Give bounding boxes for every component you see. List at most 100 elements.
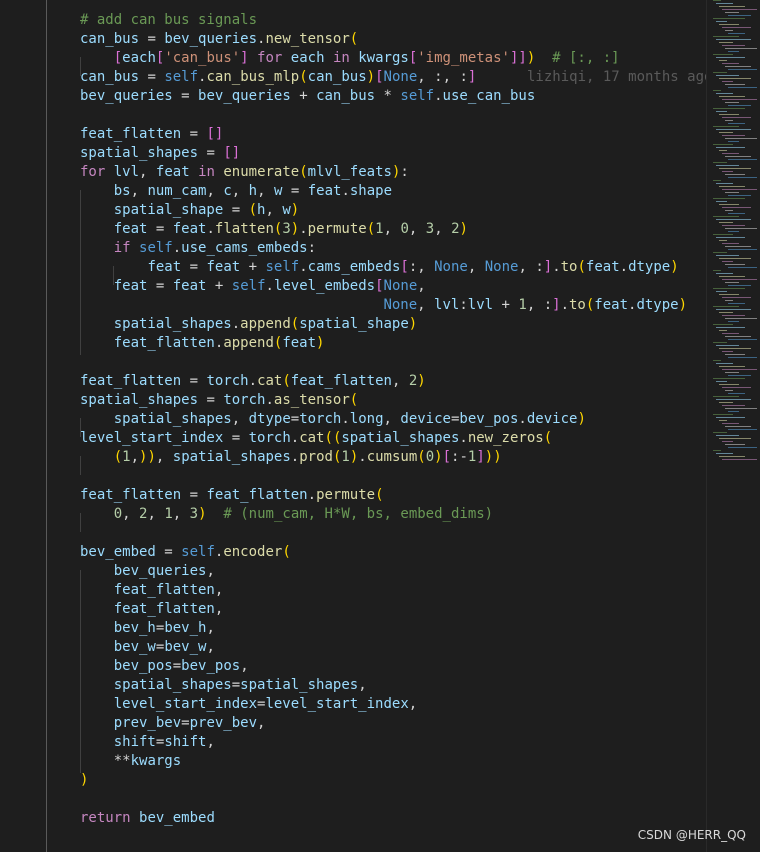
minimap-row — [713, 270, 721, 271]
minimap-row — [713, 288, 745, 289]
minimap-row — [719, 420, 727, 421]
code-line[interactable]: spatial_shape = (h, w) — [80, 201, 300, 220]
minimap-row — [719, 312, 733, 313]
code-line[interactable]: bev_queries = bev_queries + can_bus * se… — [80, 87, 535, 106]
minimap-row — [722, 63, 739, 64]
code-line[interactable]: bev_pos=bev_pos, — [80, 657, 249, 676]
code-line[interactable]: **kwargs — [80, 752, 181, 771]
code-line[interactable]: spatial_shapes = torch.as_tensor( — [80, 391, 358, 410]
minimap-row — [725, 426, 751, 427]
minimap-row — [725, 84, 745, 85]
minimap-row — [716, 3, 733, 4]
minimap[interactable] — [706, 0, 760, 852]
code-line[interactable]: level_start_index=level_start_index, — [80, 695, 417, 714]
minimap-row — [716, 111, 727, 112]
minimap-row — [722, 369, 757, 370]
minimap-row — [716, 273, 733, 274]
code-line[interactable]: feat_flatten.append(feat) — [80, 334, 325, 353]
code-line[interactable]: bev_h=bev_h, — [80, 619, 215, 638]
minimap-row — [722, 405, 745, 406]
minimap-row — [716, 57, 745, 58]
minimap-row — [728, 357, 757, 358]
minimap-row — [728, 303, 745, 304]
minimap-row — [725, 354, 745, 355]
minimap-row — [728, 33, 745, 34]
minimap-row — [722, 171, 733, 172]
code-line[interactable]: bev_w=bev_w, — [80, 638, 215, 657]
code-line[interactable]: feat = feat + self.cams_embeds[:, None, … — [80, 258, 678, 277]
minimap-row — [725, 408, 757, 409]
code-line[interactable]: feat_flatten = torch.cat(feat_flatten, 2… — [80, 372, 426, 391]
minimap-row — [722, 315, 745, 316]
code-line[interactable]: feat_flatten, — [80, 600, 224, 619]
minimap-row — [713, 54, 733, 55]
minimap-row — [713, 144, 733, 145]
minimap-row — [716, 39, 751, 40]
minimap-row — [725, 444, 745, 445]
minimap-row — [719, 42, 733, 43]
code-line[interactable]: feat_flatten = feat_flatten.permute( — [80, 486, 384, 505]
code-line[interactable]: (1,)), spatial_shapes.prod(1).cumsum(0)[… — [80, 448, 502, 467]
code-line[interactable]: can_bus = bev_queries.new_tensor( — [80, 30, 358, 49]
code-line[interactable]: feat_flatten, — [80, 581, 224, 600]
code-line[interactable]: feat = feat + self.level_embeds[None, — [80, 277, 426, 296]
code-line[interactable]: feat_flatten = [] — [80, 125, 223, 144]
code-line[interactable]: level_start_index = torch.cat((spatial_s… — [80, 429, 552, 448]
minimap-row — [728, 339, 757, 340]
code-line[interactable]: spatial_shapes, dtype=torch.long, device… — [80, 410, 586, 429]
code-line[interactable]: spatial_shapes = [] — [80, 144, 240, 163]
minimap-row — [725, 228, 757, 229]
minimap-row — [719, 348, 751, 349]
code-line[interactable]: for lvl, feat in enumerate(mlvl_feats): — [80, 163, 409, 182]
minimap-row — [713, 90, 721, 91]
code-line[interactable]: spatial_shapes.append(spatial_shape) — [80, 315, 417, 334]
minimap-row — [713, 180, 721, 181]
minimap-row — [719, 204, 739, 205]
minimap-row — [725, 66, 751, 67]
minimap-row — [716, 399, 751, 400]
code-line[interactable]: bs, num_cam, c, h, w = feat.shape — [80, 182, 392, 201]
minimap-row — [719, 96, 745, 97]
minimap-row — [725, 318, 757, 319]
minimap-row — [725, 156, 751, 157]
minimap-row — [728, 105, 751, 106]
minimap-row — [719, 186, 745, 187]
minimap-row — [722, 153, 739, 154]
minimap-row — [725, 138, 757, 139]
minimap-row — [719, 366, 745, 367]
code-line[interactable]: shift=shift, — [80, 733, 215, 752]
code-line[interactable]: [each['can_bus'] for each in kwargs['img… — [80, 49, 620, 68]
minimap-row — [713, 360, 721, 361]
code-line[interactable]: ) — [80, 771, 88, 790]
minimap-row — [725, 12, 739, 13]
code-line[interactable]: can_bus = self.can_bus_mlp(can_bus)[None… — [80, 68, 476, 87]
code-editor[interactable]: # add can bus signals can_bus = bev_queri… — [0, 0, 706, 852]
minimap-row — [728, 267, 757, 268]
code-line[interactable]: # add can bus signals — [80, 11, 257, 30]
minimap-row — [728, 285, 751, 286]
code-line[interactable]: feat = feat.flatten(3).permute(1, 0, 3, … — [80, 220, 468, 239]
code-line[interactable]: return bev_embed — [80, 809, 215, 828]
code-line[interactable]: None, lvl:lvl + 1, :].to(feat.dtype) — [80, 296, 687, 315]
code-line[interactable]: 0, 2, 1, 3) # (num_cam, H*W, bs, embed_d… — [80, 505, 493, 524]
indent-guide — [46, 0, 47, 852]
minimap-row — [722, 9, 757, 10]
code-line[interactable]: bev_embed = self.encoder( — [80, 543, 291, 562]
minimap-row — [713, 432, 727, 433]
code-line[interactable]: spatial_shapes=spatial_shapes, — [80, 676, 367, 695]
minimap-row — [725, 246, 751, 247]
minimap-row — [713, 18, 745, 19]
watermark: CSDN @HERR_QQ — [637, 828, 746, 842]
code-line[interactable]: if self.use_cams_embeds: — [80, 239, 316, 258]
minimap-row — [719, 132, 733, 133]
minimap-row — [716, 147, 745, 148]
minimap-row — [713, 414, 733, 415]
minimap-row — [716, 291, 727, 292]
code-line[interactable]: prev_bev=prev_bev, — [80, 714, 266, 733]
minimap-row — [719, 240, 727, 241]
minimap-row — [725, 210, 733, 211]
minimap-row — [719, 150, 727, 151]
code-line[interactable]: bev_queries, — [80, 562, 215, 581]
minimap-row — [713, 162, 727, 163]
minimap-row — [722, 279, 757, 280]
